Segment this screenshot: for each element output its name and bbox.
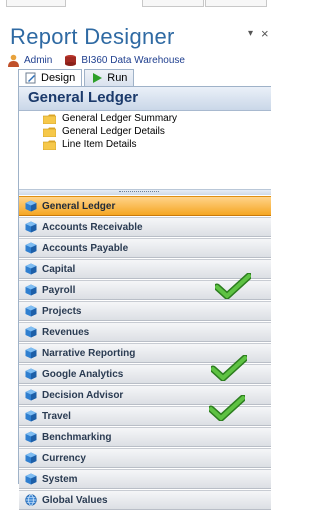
cube-icon: [25, 389, 37, 401]
cube-icon: [25, 410, 37, 422]
tab-run-label: Run: [107, 72, 128, 84]
toolbar-field[interactable]: [142, 0, 204, 7]
checkmark-icon: [215, 273, 251, 299]
nav-item-label: Narrative Reporting: [42, 347, 136, 359]
run-play-icon: [93, 73, 103, 83]
nav-item-travel[interactable]: Travel: [19, 395, 271, 426]
nav-item-label: Capital: [42, 263, 76, 275]
nav-item-accounts-payable[interactable]: Accounts Payable: [19, 238, 271, 258]
tree-item-label: Line Item Details: [62, 139, 137, 150]
tree-item-label: General Ledger Summary: [62, 113, 178, 124]
cube-icon: [25, 221, 37, 233]
database-icon: [65, 54, 77, 66]
folder-icon: [43, 140, 56, 150]
nav-item-label: Revenues: [42, 326, 90, 338]
nav-item-currency[interactable]: Currency: [19, 448, 271, 468]
section-title: General Ledger: [28, 89, 139, 106]
globe-icon: [25, 494, 37, 506]
pin-dropdown-icon[interactable]: ▾: [248, 28, 253, 39]
user-icon: [8, 54, 19, 67]
designer-panel: General Ledger General Ledger Summary Ge…: [18, 86, 271, 510]
nav-item-label: Accounts Payable: [42, 242, 129, 254]
cube-icon: [25, 242, 37, 254]
tree-item-label: General Ledger Details: [62, 126, 165, 137]
nav-item-label: General Ledger: [42, 200, 116, 212]
nav-item-label: Global Values: [42, 494, 108, 506]
close-icon[interactable]: ×: [261, 26, 269, 41]
cube-icon: [25, 263, 37, 275]
nav-item-system[interactable]: System: [19, 469, 271, 489]
cube-icon: [25, 200, 37, 212]
nav-item-google-analytics[interactable]: Google Analytics: [19, 355, 271, 384]
nav-item-label: Payroll: [42, 284, 76, 296]
cube-icon: [25, 452, 37, 464]
nav-item-label: Benchmarking: [42, 431, 112, 443]
cube-icon: [25, 473, 37, 485]
cube-icon: [25, 347, 37, 359]
nav-item-label: Decision Advisor: [42, 389, 124, 401]
splitter-grip[interactable]: [119, 191, 159, 194]
page-title: Report Designer: [10, 24, 175, 49]
toolbar-field[interactable]: [205, 0, 267, 7]
panel-splitter[interactable]: [19, 189, 271, 195]
toolbar-field[interactable]: [6, 0, 66, 7]
nav-item-revenues[interactable]: Revenues: [19, 322, 271, 342]
nav-item-payroll[interactable]: Payroll: [19, 273, 271, 300]
nav-item-label: Google Analytics: [42, 368, 124, 380]
module-nav-list: General Ledger Accounts Receivable Accou…: [19, 196, 271, 511]
nav-item-accounts-receivable[interactable]: Accounts Receivable: [19, 217, 271, 237]
tree-item[interactable]: General Ledger Details: [43, 125, 177, 138]
nav-item-label: Accounts Receivable: [42, 221, 143, 233]
checkmark-icon: [211, 355, 247, 381]
nav-item-label: Projects: [42, 305, 82, 317]
nav-item-benchmarking[interactable]: Benchmarking: [19, 427, 271, 447]
tab-run[interactable]: Run: [84, 69, 135, 86]
nav-item-global-values[interactable]: Global Values: [19, 490, 271, 510]
tree-item[interactable]: General Ledger Summary: [43, 112, 177, 125]
cube-icon: [25, 431, 37, 443]
checkmark-icon: [209, 395, 245, 421]
database-name[interactable]: BI360 Data Warehouse: [81, 55, 185, 66]
user-name[interactable]: Admin: [24, 55, 52, 66]
tree-item[interactable]: Line Item Details: [43, 138, 177, 151]
nav-item-label: Travel: [42, 410, 71, 422]
tab-design-label: Design: [41, 72, 76, 84]
cube-icon: [25, 326, 37, 338]
tab-design[interactable]: Design: [18, 69, 83, 86]
nav-item-label: Currency: [42, 452, 86, 464]
tab-bar: Design Run: [18, 69, 135, 86]
folder-icon: [43, 127, 56, 137]
section-header: General Ledger: [19, 87, 271, 111]
cube-icon: [25, 284, 37, 296]
cube-icon: [25, 368, 37, 380]
design-pencil-icon: [25, 72, 36, 84]
folder-icon: [43, 114, 56, 124]
nav-item-projects[interactable]: Projects: [19, 301, 271, 321]
cube-icon: [25, 305, 37, 317]
user-info-row: Admin BI360 Data Warehouse: [7, 52, 185, 68]
report-tree: General Ledger Summary General Ledger De…: [43, 112, 177, 151]
nav-item-general-ledger[interactable]: General Ledger: [19, 196, 271, 216]
top-toolbar-strip: [0, 0, 270, 13]
